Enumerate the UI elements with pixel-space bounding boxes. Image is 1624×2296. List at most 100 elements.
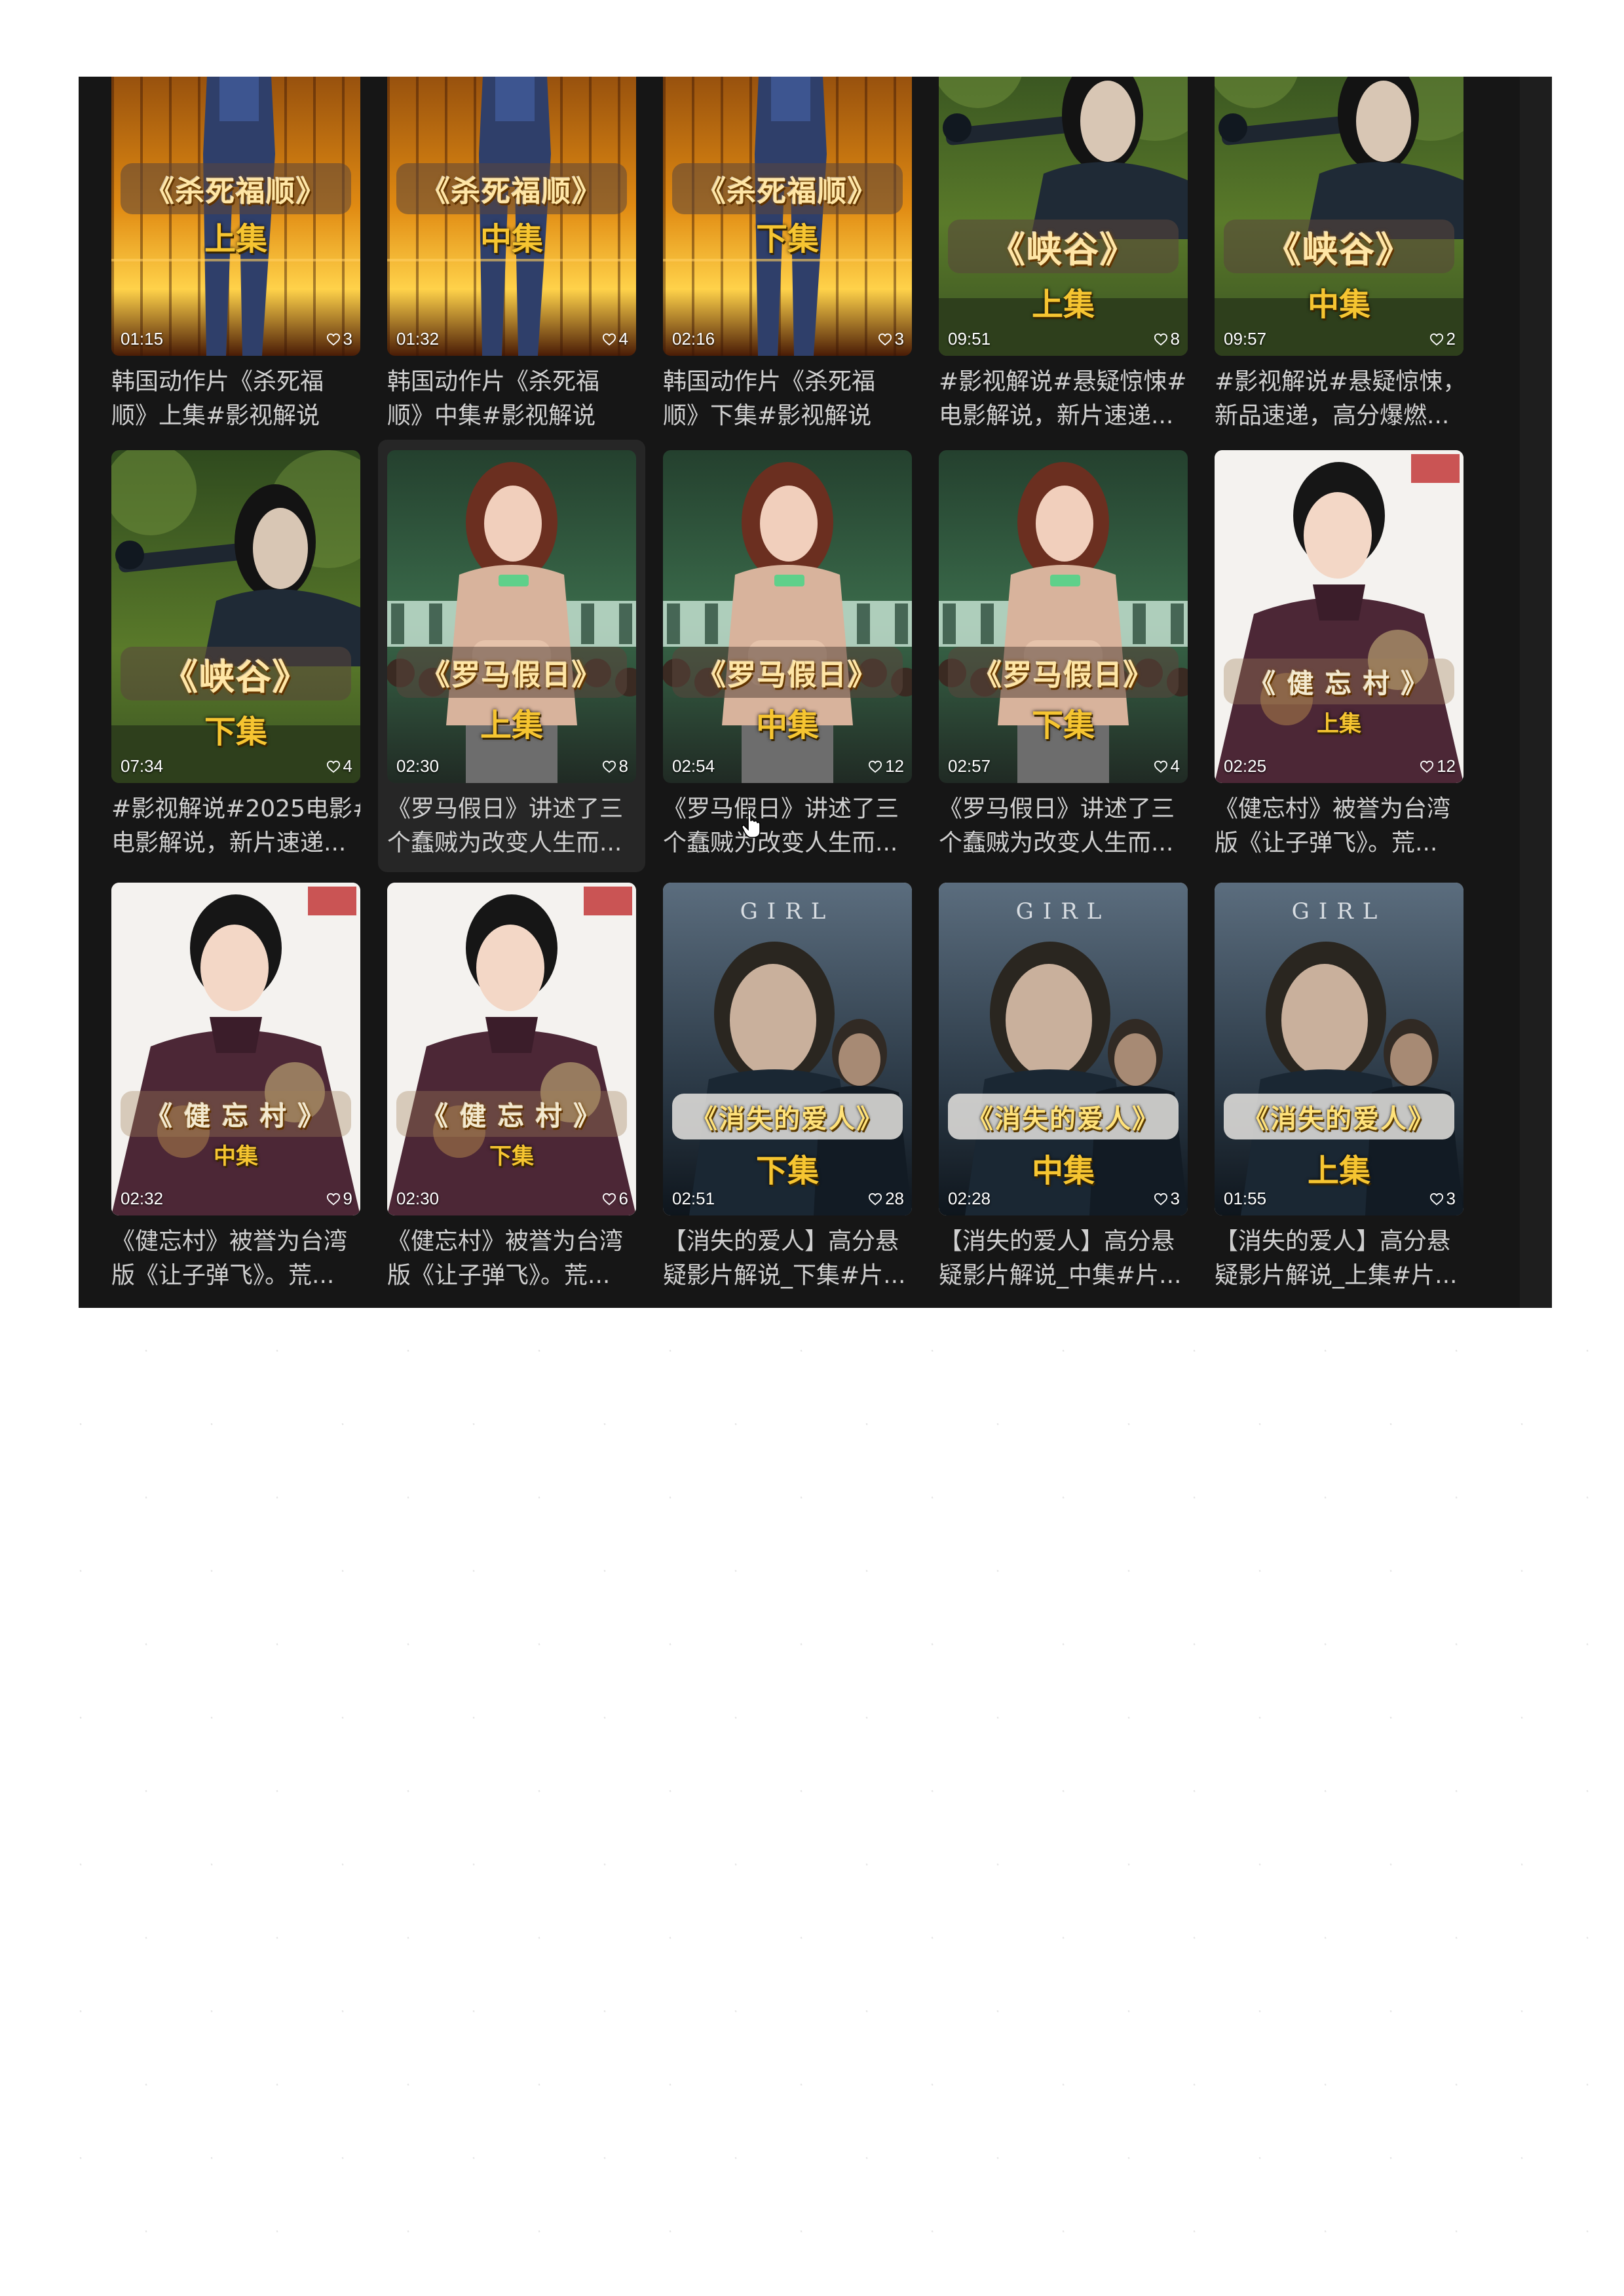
- video-thumbnail[interactable]: 《 健 忘 村 》 上集 02:25 12: [1215, 450, 1463, 783]
- video-card[interactable]: 《杀死福顺》 上集 01:15 3 韩国动作片《杀死福 顺》上集#影视解说: [111, 77, 360, 442]
- like-count: 8: [1154, 329, 1180, 349]
- watermark-tile: ·: [797, 2223, 806, 2241]
- watermark-tile: ·: [1517, 1856, 1527, 1874]
- video-thumbnail[interactable]: 《峡谷》 下集 07:34 4: [111, 450, 360, 783]
- watermark-tile: ·: [1452, 1489, 1462, 1507]
- watermark-tile: ·: [1386, 1416, 1396, 1434]
- watermark-tile: ·: [928, 1636, 937, 1654]
- video-card[interactable]: GIRL 《消失的爱人》 上集 01:55 3 【消失的爱人】高分悬 疑影片解说…: [1215, 883, 1463, 1302]
- video-thumbnail[interactable]: 《罗马假日》 中集 02:54 12: [663, 450, 912, 783]
- video-thumbnail[interactable]: 《罗马假日》 下集 02:57 4: [939, 450, 1188, 783]
- video-description[interactable]: 韩国动作片《杀死福 顺》下集#影视解说: [663, 365, 912, 433]
- description-line-2: 疑影片解说_上集#片...: [1215, 1262, 1458, 1289]
- video-duration: 02:28: [948, 1189, 991, 1208]
- video-thumbnail[interactable]: 《峡谷》 中集 09:57 2: [1215, 77, 1463, 356]
- video-description[interactable]: 韩国动作片《杀死福 顺》中集#影视解说: [387, 365, 636, 433]
- video-description[interactable]: 《罗马假日》讲述了三 个蠢贼为改变人生而...: [939, 792, 1188, 860]
- video-duration: 02:54: [672, 756, 715, 776]
- episode-label: 上集: [1307, 1153, 1370, 1189]
- video-card[interactable]: 《峡谷》 中集 09:57 2 #影视解说#悬疑惊悚， 新品速递，高分爆燃...: [1215, 77, 1463, 442]
- watermark-tile: ·: [1321, 2223, 1331, 2241]
- description-line-1: 韩国动作片《杀死福: [111, 368, 324, 395]
- video-thumbnail[interactable]: GIRL 《消失的爱人》 上集 01:55 3: [1215, 883, 1463, 1215]
- video-card[interactable]: GIRL 《消失的爱人》 中集 02:28 3 【消失的爱人】高分悬 疑影片解说…: [939, 883, 1188, 1302]
- episode-label: 下集: [489, 1143, 534, 1170]
- video-thumbnail[interactable]: 《罗马假日》 上集 02:30 8: [387, 450, 636, 783]
- watermark-tile: ·: [1386, 2003, 1396, 2021]
- video-thumbnail[interactable]: GIRL 《消失的爱人》 中集 02:28 3: [939, 883, 1188, 1215]
- video-card[interactable]: 《罗马假日》 上集 02:30 8 《罗马假日》讲述了三 个蠢贼为改变人生而..…: [378, 440, 645, 872]
- video-card[interactable]: 《罗马假日》 中集 02:54 12 《罗马假日》讲述了三 个蠢贼为改变人生而.…: [663, 450, 912, 870]
- video-description[interactable]: #影视解说#悬疑惊悚， 新品速递，高分爆燃...: [1215, 365, 1463, 433]
- video-description[interactable]: #影视解说#2025电影# 电影解说，新片速递...: [111, 792, 360, 860]
- watermark-tile: ·: [273, 1783, 282, 1801]
- watermark-tile: ·: [142, 1343, 151, 1360]
- like-count: 12: [868, 756, 904, 776]
- watermark-tile: ·: [1124, 1856, 1134, 1874]
- video-thumbnail[interactable]: 《峡谷》 上集 09:51 8: [939, 77, 1188, 356]
- video-card[interactable]: GIRL 《消失的爱人》 下集 02:51 28 【消失的爱人】高分悬 疑影片解…: [663, 883, 912, 1302]
- thumbnail-title-overlay: 《杀死福顺》: [121, 163, 351, 214]
- watermark-tile: ·: [797, 1783, 806, 1801]
- watermark-tile: ·: [666, 1489, 675, 1507]
- video-card[interactable]: 《 健 忘 村 》 上集 02:25 12 《健忘村》被誉为台湾 版《让子弹飞》…: [1215, 450, 1463, 870]
- video-card[interactable]: 《 健 忘 村 》 中集 02:32 9 《健忘村》被誉为台湾 版《让子弹飞》。…: [111, 883, 360, 1302]
- video-thumbnail[interactable]: 《杀死福顺》 中集 01:32 4: [387, 77, 636, 356]
- scroll-gutter: [1520, 77, 1552, 1308]
- video-description[interactable]: 【消失的爱人】高分悬 疑影片解说_中集#片...: [939, 1225, 1188, 1293]
- watermark-tile: ·: [1190, 1930, 1199, 1947]
- video-thumbnail[interactable]: GIRL 《消失的爱人》 下集 02:51 28: [663, 883, 912, 1215]
- heart-icon: [326, 333, 340, 345]
- watermark-tile: ·: [207, 2150, 217, 2168]
- poster-title-text: GIRL: [1015, 898, 1111, 925]
- thumbnail-title-overlay: 《 健 忘 村 》: [396, 1091, 627, 1137]
- watermark-tile: ·: [1321, 1783, 1331, 1801]
- watermark-tile: ·: [76, 2150, 86, 2168]
- video-card[interactable]: 《杀死福顺》 中集 01:32 4 韩国动作片《杀死福 顺》中集#影视解说: [387, 77, 636, 442]
- video-duration: 01:55: [1224, 1189, 1267, 1208]
- watermark-tile: ·: [404, 1930, 413, 1947]
- video-description[interactable]: 韩国动作片《杀死福 顺》上集#影视解说: [111, 365, 360, 433]
- description-line-2: 顺》下集#影视解说: [663, 402, 872, 429]
- watermark-tile: ·: [76, 2003, 86, 2021]
- watermark-tile: ·: [338, 1563, 348, 1580]
- like-count-value: 4: [343, 756, 352, 776]
- episode-label: 中集: [1307, 286, 1370, 323]
- video-description[interactable]: 《罗马假日》讲述了三 个蠢贼为改变人生而...: [387, 792, 636, 860]
- like-count: 6: [602, 1189, 628, 1209]
- watermark-tile: ·: [928, 1489, 937, 1507]
- watermark-tile: ·: [1583, 1930, 1593, 1947]
- video-description[interactable]: 《健忘村》被誉为台湾 版《让子弹飞》。荒...: [111, 1225, 360, 1293]
- video-description[interactable]: #影视解说#悬疑惊悚# 电影解说，新片速递...: [939, 365, 1188, 433]
- watermark-tile: ·: [797, 2076, 806, 2094]
- video-thumbnail[interactable]: 《 健 忘 村 》 下集 02:30 6: [387, 883, 636, 1215]
- video-description[interactable]: 【消失的爱人】高分悬 疑影片解说_上集#片...: [1215, 1225, 1463, 1293]
- video-description[interactable]: 《健忘村》被誉为台湾 版《让子弹飞》。荒...: [1215, 792, 1463, 860]
- watermark-tile: ·: [1124, 1416, 1134, 1434]
- watermark-tile: ·: [1321, 1489, 1331, 1507]
- video-description[interactable]: 《罗马假日》讲述了三 个蠢贼为改变人生而...: [663, 792, 912, 860]
- watermark-tile: ·: [273, 1343, 282, 1360]
- video-description[interactable]: 《健忘村》被誉为台湾 版《让子弹飞》。荒...: [387, 1225, 636, 1293]
- watermark-tile: ·: [76, 1416, 86, 1434]
- video-card[interactable]: 《峡谷》 上集 09:51 8 #影视解说#悬疑惊悚# 电影解说，新片速递...: [939, 77, 1188, 442]
- description-line-1: 【消失的爱人】高分悬: [663, 1228, 899, 1255]
- video-card[interactable]: 《罗马假日》 下集 02:57 4 《罗马假日》讲述了三 个蠢贼为改变人生而..…: [939, 450, 1188, 870]
- watermark-tile: ·: [862, 2003, 872, 2021]
- heart-icon: [326, 760, 340, 773]
- video-thumbnail[interactable]: 《 健 忘 村 》 中集 02:32 9: [111, 883, 360, 1215]
- heart-icon: [1420, 760, 1434, 773]
- watermark-tile: ·: [207, 1563, 217, 1580]
- video-card[interactable]: 《 健 忘 村 》 下集 02:30 6 《健忘村》被誉为台湾 版《让子弹飞》。…: [387, 883, 636, 1302]
- video-description[interactable]: 【消失的爱人】高分悬 疑影片解说_下集#片...: [663, 1225, 912, 1293]
- watermark-tile: ·: [993, 1563, 1003, 1580]
- like-count-value: 12: [885, 756, 904, 776]
- like-count: 2: [1429, 329, 1456, 349]
- video-thumbnail[interactable]: 《杀死福顺》 下集 02:16 3: [663, 77, 912, 356]
- like-count: 3: [1429, 1189, 1456, 1209]
- heart-icon: [869, 760, 882, 773]
- video-card[interactable]: 《杀死福顺》 下集 02:16 3 韩国动作片《杀死福 顺》下集#影视解说: [663, 77, 912, 442]
- video-card[interactable]: 《峡谷》 下集 07:34 4 #影视解说#2025电影# 电影解说，新片速递.…: [111, 450, 360, 870]
- watermark-tile: ·: [404, 1489, 413, 1507]
- video-thumbnail[interactable]: 《杀死福顺》 上集 01:15 3: [111, 77, 360, 356]
